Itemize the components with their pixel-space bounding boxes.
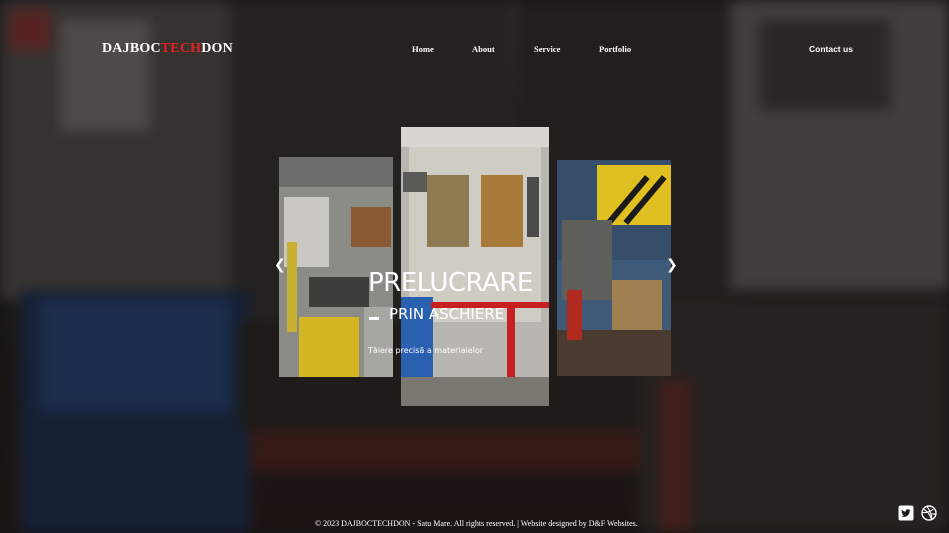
logo-part-3: DON [201,41,233,56]
nav-service[interactable]: Service [534,44,560,54]
contact-button[interactable]: Contact us [809,44,853,54]
chevron-left-icon[interactable]: ❮ [274,257,286,273]
nav-about[interactable]: About [472,44,495,54]
carousel-card-center[interactable] [401,127,549,406]
logo-part-1: DAJBOC [102,41,161,56]
logo-part-2: TECH [160,41,202,56]
twitter-icon[interactable] [898,505,914,521]
site-header: DAJBOCTECHDON Home About Service Portfol… [0,0,949,100]
nav-portfolio[interactable]: Portfolio [599,44,631,54]
chevron-right-icon[interactable]: ❯ [666,257,678,273]
logo[interactable]: DAJBOCTECHDON [102,41,233,57]
hero-subtitle: PRIN ASCHIERE [389,305,505,323]
dribbble-icon[interactable] [921,505,937,521]
hero-tagline: Tăiere precisă a materialelor [368,346,484,355]
hero-title: PRELUCRARE [368,268,533,298]
hero-dash [369,317,379,320]
carousel-card-left[interactable] [279,157,393,377]
carousel-card-right[interactable] [557,160,671,376]
footer-text: © 2023 DAJBOCTECHDON - Satu Mare. All ri… [315,519,638,528]
nav-home[interactable]: Home [412,44,434,54]
